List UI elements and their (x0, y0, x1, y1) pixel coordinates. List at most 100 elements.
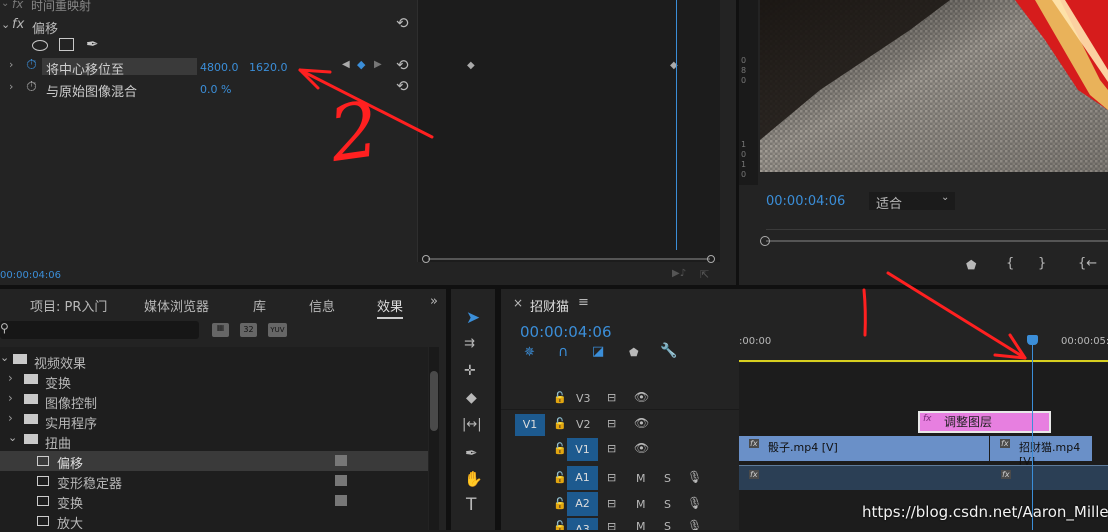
add-marker-icon[interactable]: ⬟ (629, 346, 639, 359)
program-timecode[interactable]: 00:00:04:06 (766, 194, 845, 209)
sequence-tab[interactable]: 招财猫 (530, 296, 569, 315)
timeline-playhead[interactable] (1032, 337, 1033, 530)
solo-button[interactable]: S (664, 520, 671, 530)
close-icon[interactable]: × (513, 296, 523, 310)
stopwatch-icon[interactable]: ⏱ (26, 79, 37, 95)
source-patch-v1[interactable]: V1 (515, 414, 545, 436)
tree-item-warp-stabilizer[interactable]: 变形稳定器 (0, 471, 428, 492)
ellipse-mask-icon[interactable] (32, 40, 48, 51)
panel-overflow-icon[interactable]: » (430, 294, 438, 309)
param2-value[interactable]: 0.0 % (200, 83, 231, 96)
microphone-icon[interactable]: 🎙 (687, 470, 702, 484)
tree-item-image-control[interactable]: › 图像控制 (0, 391, 428, 412)
tree-item-distort[interactable]: ⌄ 扭曲 (0, 431, 428, 452)
solo-button[interactable]: S (664, 498, 671, 511)
tab-project[interactable]: 项目: PR入门 (30, 296, 107, 315)
yuv-effects-icon[interactable]: YUV (268, 323, 287, 337)
keyframe-marker[interactable]: ◆ (467, 60, 475, 71)
tree-item-video-effects[interactable]: ⌄ 视频效果 (0, 351, 428, 372)
tab-effects[interactable]: 效果 (377, 296, 404, 319)
linked-selection-icon[interactable]: ◪ (592, 344, 604, 359)
sync-lock-icon[interactable]: ⊟ (607, 471, 616, 484)
sync-lock-icon[interactable]: ⊟ (607, 391, 616, 404)
microphone-icon[interactable]: 🎙 (687, 519, 702, 530)
snap-icon[interactable]: ∩ (558, 344, 568, 360)
row-time-remap[interactable]: ⌄ fx 时间重映射 (0, 0, 417, 14)
razor-tool-icon[interactable]: ◆ (466, 390, 477, 406)
panel-divider[interactable] (736, 0, 739, 285)
bit-depth-32-icon[interactable]: 32 (240, 323, 257, 337)
param1-x-value[interactable]: 4800.0 (200, 61, 239, 74)
audio-clip-a1[interactable]: fx fx (739, 465, 1108, 490)
zoom-scrollbar[interactable] (422, 255, 715, 263)
video-frame[interactable] (760, 0, 1108, 172)
track-select-tool-icon[interactable]: ⇉ (464, 336, 475, 351)
tab-media-browser[interactable]: 媒体浏览器 (144, 296, 209, 315)
panel-divider[interactable] (0, 285, 1108, 289)
accelerated-effects-icon[interactable]: ▦ (212, 323, 229, 337)
playhead-handle[interactable] (1027, 335, 1038, 345)
mark-in-icon[interactable]: { (1006, 256, 1014, 271)
track-target-a3[interactable]: A3 (567, 518, 598, 530)
tree-scrollbar[interactable] (429, 347, 439, 530)
panel-divider[interactable] (446, 289, 451, 530)
panel-divider[interactable] (495, 289, 501, 530)
marker-icon[interactable]: ⬟ (966, 258, 976, 272)
lock-icon[interactable]: 🔓 (553, 417, 567, 430)
track-label[interactable]: V2 (576, 418, 591, 431)
mute-button[interactable]: M (636, 472, 646, 485)
tab-info[interactable]: 信息 (309, 296, 335, 315)
reset-icon[interactable]: ⟲ (396, 14, 409, 32)
program-scrubber[interactable] (760, 236, 1108, 246)
search-input[interactable]: ⚲ (0, 321, 199, 339)
chevron-down-icon[interactable]: ⌄ (1, 0, 9, 9)
slip-tool-icon[interactable]: |↔| (462, 417, 482, 432)
tree-item-transform-effect[interactable]: 变换 (0, 491, 428, 512)
mute-button[interactable]: M (636, 520, 646, 530)
eye-icon[interactable]: 👁 (634, 416, 649, 430)
clip-zhaocai-cat[interactable]: fx 招财猫.mp4 [V] (990, 436, 1092, 468)
lock-icon[interactable]: 🔓 (553, 442, 567, 455)
pen-mask-icon[interactable]: ✒ (86, 35, 99, 53)
mark-out-icon[interactable]: } (1038, 256, 1046, 271)
add-keyframe-icon[interactable]: ◆ (357, 58, 365, 71)
sync-lock-icon[interactable]: ⊟ (607, 442, 616, 455)
tree-item-magnify[interactable]: 放大 (0, 511, 428, 532)
solo-button[interactable]: S (664, 472, 671, 485)
track-target-v1[interactable]: V1 (567, 438, 598, 461)
sequence-timecode[interactable]: 00:00:04:06 (520, 323, 612, 341)
lock-icon[interactable]: 🔓 (553, 391, 567, 404)
lock-icon[interactable]: 🔓 (553, 471, 567, 484)
sync-lock-icon[interactable]: ⊟ (607, 417, 616, 430)
export-icon[interactable]: ⇱ (700, 268, 709, 281)
lock-icon[interactable]: 🔓 (553, 520, 567, 530)
track-target-a2[interactable]: A2 (567, 492, 598, 516)
play-audio-icon[interactable]: ▶♪ (672, 268, 686, 279)
keyframe-area[interactable]: ◆ ◆ (417, 0, 720, 263)
hand-tool-icon[interactable]: ✋ (464, 470, 483, 488)
playhead-line[interactable] (676, 0, 677, 250)
eye-icon[interactable]: 👁 (634, 441, 649, 455)
fit-dropdown[interactable]: 适合 ⌄ (869, 192, 955, 212)
reset-icon[interactable]: ⟲ (396, 56, 409, 74)
track-label[interactable]: V3 (576, 392, 591, 405)
work-area-bar[interactable] (739, 360, 1108, 362)
rectangle-mask-icon[interactable] (59, 38, 74, 51)
panel-menu-icon[interactable]: ≡ (578, 295, 589, 310)
sync-lock-icon[interactable]: ⊟ (607, 520, 616, 530)
type-tool-icon[interactable]: T (466, 495, 476, 515)
tree-item-utility[interactable]: › 实用程序 (0, 411, 428, 432)
ripple-edit-tool-icon[interactable]: ✛ (464, 363, 476, 379)
eye-icon[interactable]: 👁 (634, 390, 649, 404)
stopwatch-icon[interactable]: ⏱ (26, 57, 37, 73)
lock-icon[interactable]: 🔓 (553, 497, 567, 510)
tree-item-offset[interactable]: 偏移 (0, 451, 428, 472)
next-keyframe-icon[interactable]: ▶ (374, 59, 382, 70)
prev-keyframe-icon[interactable]: ◀ (342, 59, 350, 70)
sync-lock-icon[interactable]: ⊟ (607, 497, 616, 510)
settings-wrench-icon[interactable]: 🔧 (660, 343, 677, 359)
chevron-right-icon[interactable]: › (9, 58, 13, 71)
nest-icon[interactable]: ✵ (524, 345, 535, 360)
param1-y-value[interactable]: 1620.0 (249, 61, 288, 74)
tab-libraries[interactable]: 库 (253, 296, 266, 315)
